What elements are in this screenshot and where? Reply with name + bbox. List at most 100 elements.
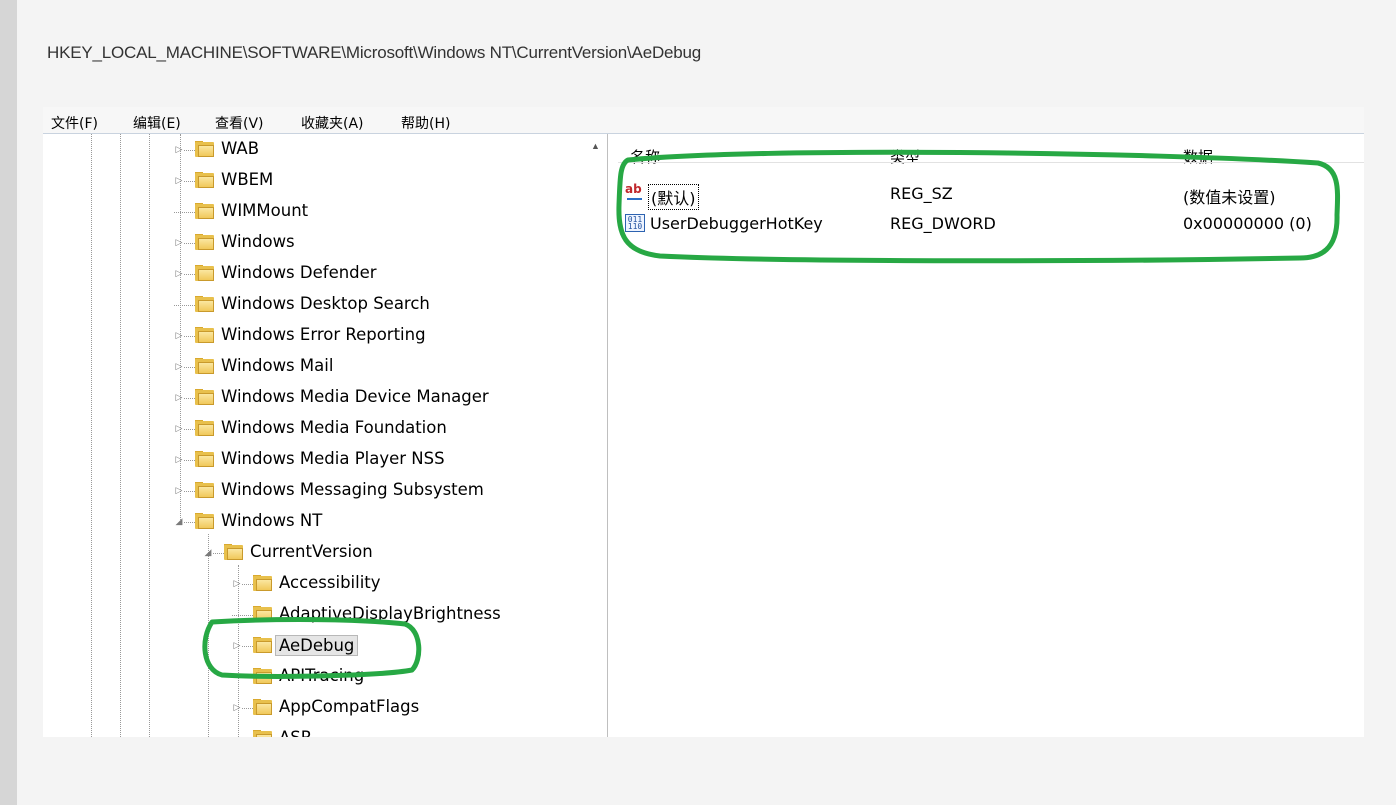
tree-node[interactable]: ▷ Windows Defender bbox=[43, 262, 603, 286]
tree-branch-line bbox=[184, 181, 195, 182]
folder-icon bbox=[195, 389, 215, 406]
expand-arrow-icon[interactable]: ▷ bbox=[174, 331, 184, 341]
menu-view[interactable]: 查看(V) bbox=[215, 113, 264, 133]
expand-arrow-icon[interactable]: ▷ bbox=[174, 176, 184, 186]
menu-help[interactable]: 帮助(H) bbox=[401, 113, 450, 133]
folder-icon bbox=[195, 420, 215, 437]
collapse-arrow-icon[interactable]: ◢ bbox=[174, 517, 184, 527]
folder-icon bbox=[195, 513, 215, 530]
folder-icon bbox=[195, 482, 215, 499]
expand-arrow-icon[interactable]: ▷ bbox=[174, 486, 184, 496]
folder-icon bbox=[224, 544, 244, 561]
expand-arrow-icon[interactable]: ▷ bbox=[232, 641, 242, 651]
expand-arrow-icon[interactable]: ▷ bbox=[174, 238, 184, 248]
tree-node[interactable]: WIMMount bbox=[43, 200, 603, 224]
folder-icon bbox=[253, 606, 273, 623]
tree-node-label: Accessibility bbox=[279, 573, 381, 592]
tree-node-label: Windows Media Device Manager bbox=[221, 387, 489, 406]
folder-icon bbox=[253, 699, 273, 716]
folder-icon bbox=[253, 730, 273, 737]
folder-icon bbox=[195, 141, 215, 158]
binary-value-icon: 011 110 bbox=[625, 214, 645, 232]
tree-branch-line bbox=[184, 367, 195, 368]
value-type: REG_DWORD bbox=[890, 214, 996, 233]
value-row[interactable]: 011 110 UserDebuggerHotKey REG_DWORD 0x00… bbox=[618, 211, 1364, 237]
tree-branch-line bbox=[184, 460, 195, 461]
tree-node-label: AdaptiveDisplayBrightness bbox=[279, 604, 501, 623]
menu-file[interactable]: 文件(F) bbox=[51, 113, 98, 133]
tree-branch-line bbox=[184, 274, 195, 275]
tree-node-label: WBEM bbox=[221, 170, 274, 189]
tree-node[interactable]: ▷ Windows Error Reporting bbox=[43, 324, 603, 348]
collapse-arrow-icon[interactable]: ◢ bbox=[203, 548, 213, 558]
tree-node[interactable]: AdaptiveDisplayBrightness bbox=[43, 603, 603, 627]
folder-icon bbox=[253, 668, 273, 685]
tree-scrollbar[interactable]: ▲ bbox=[587, 134, 605, 737]
tree-node[interactable]: ▷ Accessibility bbox=[43, 572, 603, 596]
key-tree[interactable]: ▷ WAB ▷ WBEM WIMMount ▷ Windows ▷ Windows Defend… bbox=[43, 134, 608, 737]
registry-path: HKEY_LOCAL_MACHINE\SOFTWARE\Microsoft\Wi… bbox=[47, 43, 702, 62]
tree-node[interactable]: ▷ AppCompatFlags bbox=[43, 696, 603, 720]
expand-arrow-icon[interactable]: ▷ bbox=[174, 424, 184, 434]
column-header-name[interactable]: 名称 bbox=[630, 146, 660, 167]
column-header-type[interactable]: 类型 bbox=[890, 146, 920, 167]
tree-node[interactable]: APITracing bbox=[43, 665, 603, 689]
folder-icon bbox=[195, 358, 215, 375]
tree-node[interactable]: ▷ Windows Media Device Manager bbox=[43, 386, 603, 410]
tree-node-label: WAB bbox=[221, 139, 260, 158]
tree-node[interactable]: ▷ WBEM bbox=[43, 169, 603, 193]
expand-arrow-icon[interactable]: ▷ bbox=[174, 145, 184, 155]
expand-arrow-icon[interactable]: ▷ bbox=[174, 455, 184, 465]
tree-branch-line bbox=[174, 305, 195, 306]
folder-icon bbox=[195, 234, 215, 251]
scroll-up-arrow-icon[interactable]: ▲ bbox=[591, 141, 600, 151]
tree-node[interactable]: ▷ WAB bbox=[43, 138, 603, 162]
expand-arrow-icon[interactable]: ▷ bbox=[232, 703, 242, 713]
tree-branch-line bbox=[184, 243, 195, 244]
tree-node[interactable]: ◢ Windows NT bbox=[43, 510, 603, 534]
tree-node[interactable]: ▷ Windows Media Player NSS bbox=[43, 448, 603, 472]
tree-node-label: Windows Messaging Subsystem bbox=[221, 480, 484, 499]
tree-node-label: Windows NT bbox=[221, 511, 323, 530]
tree-node[interactable]: ▷ Windows bbox=[43, 231, 603, 255]
tree-node-label: Windows bbox=[221, 232, 295, 251]
tree-node-label: Windows Error Reporting bbox=[221, 325, 426, 344]
tree-node-label: Windows Media Foundation bbox=[221, 418, 447, 437]
tree-node[interactable]: ◢ CurrentVersion bbox=[43, 541, 603, 565]
folder-icon bbox=[195, 265, 215, 282]
value-name: UserDebuggerHotKey bbox=[650, 214, 823, 233]
expand-arrow-icon[interactable]: ▷ bbox=[232, 579, 242, 589]
expand-arrow-icon[interactable]: ▷ bbox=[174, 269, 184, 279]
expand-arrow-icon[interactable]: ▷ bbox=[174, 393, 184, 403]
tree-branch-line bbox=[232, 677, 253, 678]
menu-favorites[interactable]: 收藏夹(A) bbox=[301, 113, 364, 133]
tree-branch-line bbox=[213, 553, 224, 554]
tree-branch-line bbox=[184, 336, 195, 337]
tree-branch-line bbox=[184, 491, 195, 492]
value-data: (数值未设置) bbox=[1183, 188, 1276, 207]
tree-branch-line bbox=[184, 150, 195, 151]
value-name: (默认) bbox=[648, 184, 699, 210]
tree-branch-line bbox=[174, 212, 195, 213]
tree-node[interactable]: ▷ Windows Media Foundation bbox=[43, 417, 603, 441]
tree-node[interactable]: ▷ Windows Mail bbox=[43, 355, 603, 379]
tree-node[interactable]: ASR bbox=[43, 727, 603, 737]
tree-node[interactable]: ▷ AeDebug bbox=[43, 634, 603, 658]
tree-node[interactable]: ▷ Windows Messaging Subsystem bbox=[43, 479, 603, 503]
menu-edit[interactable]: 编辑(E) bbox=[133, 113, 181, 133]
value-data: 0x00000000 (0) bbox=[1183, 214, 1312, 233]
column-header-data[interactable]: 数据 bbox=[1183, 146, 1213, 167]
tree-branch-line bbox=[242, 584, 253, 585]
tree-node-label: ASR bbox=[279, 728, 312, 737]
tree-node-label: WIMMount bbox=[221, 201, 309, 220]
header-divider bbox=[618, 162, 1364, 163]
expand-arrow-icon[interactable]: ▷ bbox=[174, 362, 184, 372]
tree-node[interactable]: Windows Desktop Search bbox=[43, 293, 603, 317]
values-pane[interactable]: 名称 类型 数据 ab (默认) REG_SZ (数值未设置) 011 110 U… bbox=[618, 134, 1364, 737]
folder-icon bbox=[195, 203, 215, 220]
folder-icon bbox=[253, 637, 273, 654]
tree-branch-line bbox=[242, 708, 253, 709]
value-row[interactable]: ab (默认) REG_SZ (数值未设置) bbox=[618, 181, 1364, 210]
tree-branch-line bbox=[184, 398, 195, 399]
tree-branch-line bbox=[184, 429, 195, 430]
